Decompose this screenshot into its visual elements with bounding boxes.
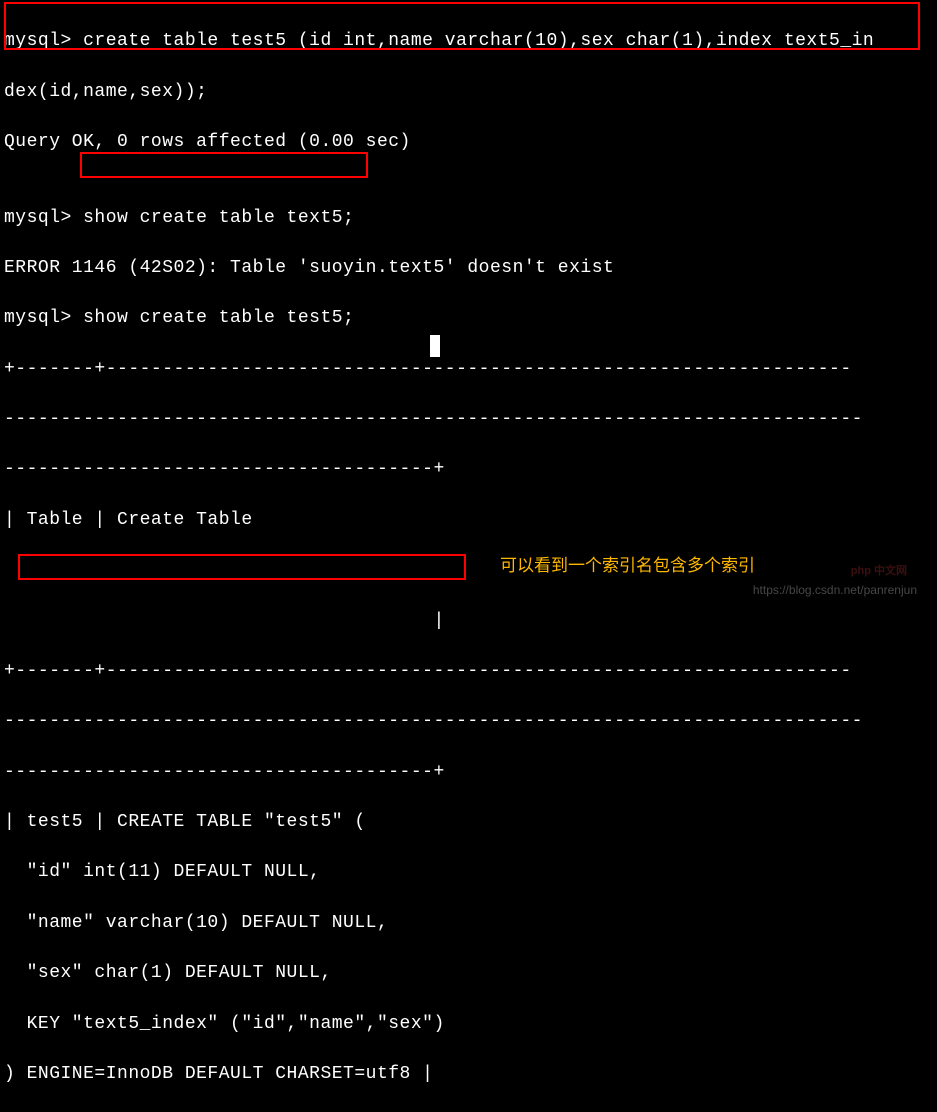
terminal-line: ERROR 1146 (42S02): Table 'suoyin.text5'… bbox=[4, 256, 933, 281]
terminal-line: +-------+-------------------------------… bbox=[4, 659, 933, 684]
terminal-line: | test5 | CREATE TABLE "test5" ( bbox=[4, 810, 933, 835]
terminal-line: "id" int(11) DEFAULT NULL, bbox=[4, 860, 933, 885]
terminal-line: mysql> show create table test5; bbox=[4, 306, 933, 331]
terminal-line: --------------------------------------+ bbox=[4, 457, 933, 482]
terminal-line: | Table | Create Table bbox=[4, 508, 933, 533]
terminal-line bbox=[4, 558, 933, 583]
terminal-line: +-------+-------------------------------… bbox=[4, 357, 933, 382]
annotation-text: 可以看到一个索引名包含多个索引 bbox=[500, 554, 755, 578]
terminal-line: Query OK, 0 rows affected (0.00 sec) bbox=[4, 130, 933, 155]
terminal-line: ) ENGINE=InnoDB DEFAULT CHARSET=utf8 | bbox=[4, 1062, 933, 1087]
terminal-line: KEY "text5_index" ("id","name","sex") bbox=[4, 1012, 933, 1037]
terminal-line: mysql> show create table text5; bbox=[4, 206, 933, 231]
terminal-line: ----------------------------------------… bbox=[4, 407, 933, 432]
terminal-line: | bbox=[4, 609, 933, 634]
terminal-line: ----------------------------------------… bbox=[4, 709, 933, 734]
terminal-line: "sex" char(1) DEFAULT NULL, bbox=[4, 961, 933, 986]
terminal-line: --------------------------------------+ bbox=[4, 760, 933, 785]
terminal-cursor bbox=[430, 335, 440, 357]
terminal-line: dex(id,name,sex)); bbox=[4, 80, 933, 105]
terminal-line: mysql> create table test5 (id int,name v… bbox=[4, 29, 933, 54]
csdn-watermark: https://blog.csdn.net/panrenjun bbox=[753, 582, 917, 599]
terminal-output: mysql> create table test5 (id int,name v… bbox=[4, 4, 933, 1112]
terminal-line: "name" varchar(10) DEFAULT NULL, bbox=[4, 911, 933, 936]
php-logo-watermark: php 中文网 bbox=[851, 564, 907, 579]
